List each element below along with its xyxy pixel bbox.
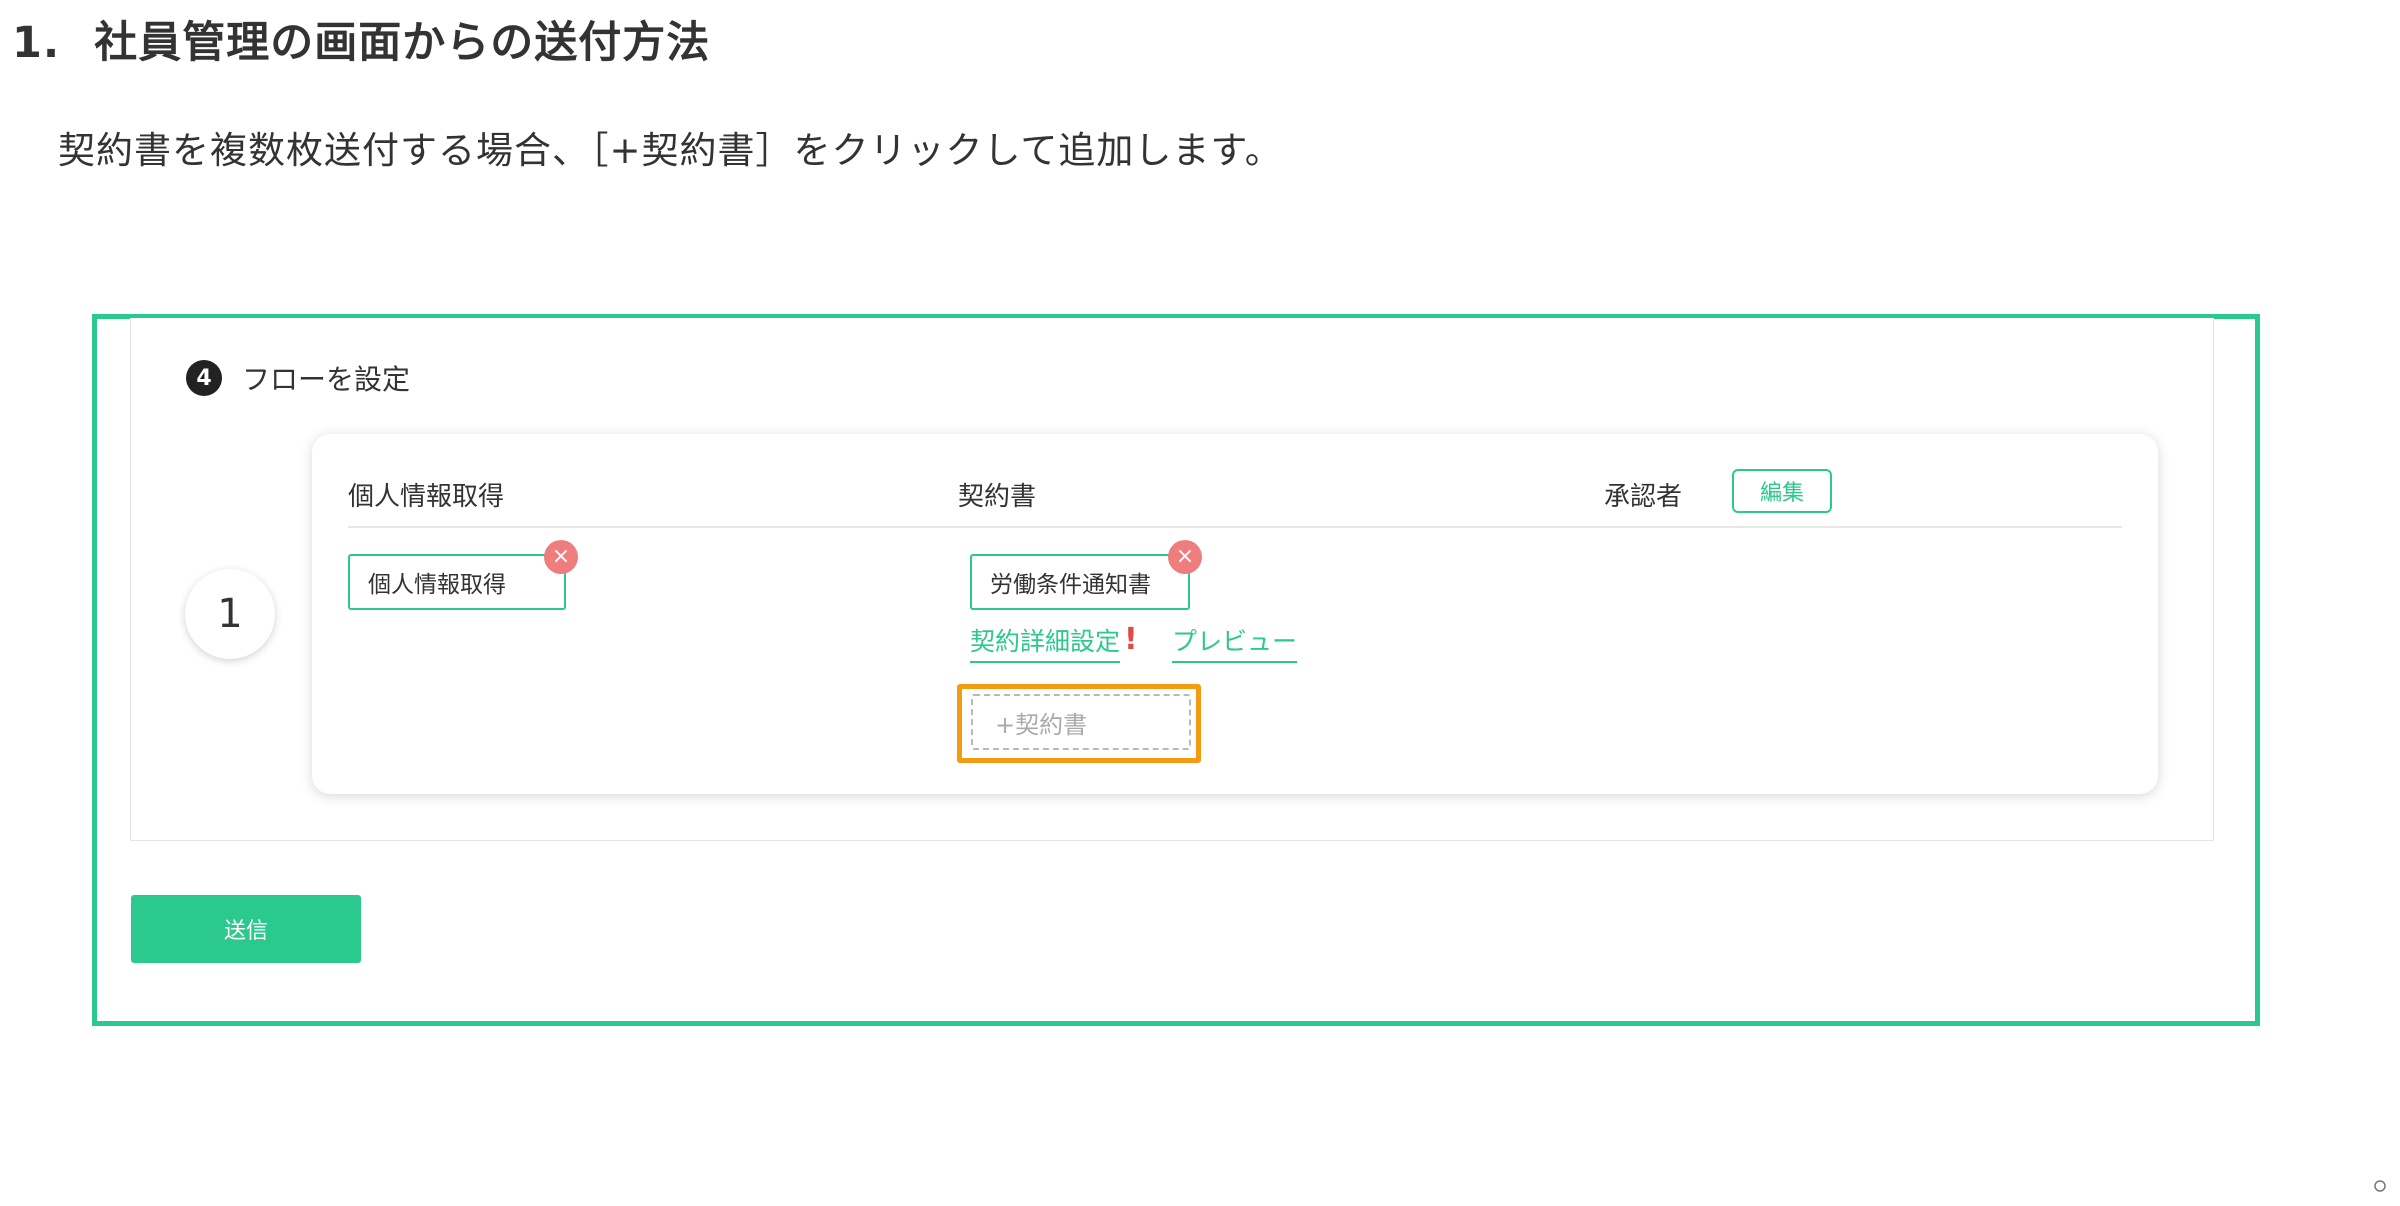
step-label: フローを設定 [242, 363, 411, 396]
circle-icon [2372, 1178, 2388, 1194]
flow-order-number: 1 [185, 569, 275, 659]
flow-card-header: 個人情報取得 契約書 承認者 編集 [348, 434, 2122, 528]
flow-card: 個人情報取得 契約書 承認者 編集 個人情報取得 × 労働条件通知書 × 契約詳… [312, 434, 2158, 794]
remove-contract-icon[interactable]: × [1168, 540, 1202, 574]
flow-step-header: 4 フローを設定 [186, 358, 410, 398]
contract-chip-label: 労働条件通知書 [990, 572, 1151, 598]
edit-approver-button[interactable]: 編集 [1732, 469, 1832, 513]
column-title-contract: 契約書 [958, 482, 1037, 512]
add-contract-button[interactable]: +契約書 [971, 694, 1191, 750]
heading-number: 1. [12, 18, 61, 68]
intro-text: 契約書を複数枚送付する場合、［+契約書］をクリックして追加します。 [58, 129, 1283, 172]
contract-detail-settings-link[interactable]: 契約詳細設定 [970, 622, 1121, 663]
contract-chip[interactable]: 労働条件通知書 [970, 554, 1190, 610]
remove-personal-info-icon[interactable]: × [544, 540, 578, 574]
column-title-approver: 承認者 [1604, 482, 1683, 512]
warning-icon: ! [1124, 622, 1138, 657]
page-heading: 1. 社員管理の画面からの送付方法 [12, 8, 710, 70]
personal-info-chip-label: 個人情報取得 [368, 572, 506, 598]
personal-info-chip[interactable]: 個人情報取得 [348, 554, 566, 610]
heading-title: 社員管理の画面からの送付方法 [94, 18, 711, 68]
send-button[interactable]: 送信 [131, 895, 361, 963]
step-number-badge: 4 [186, 360, 222, 396]
column-title-personal-info: 個人情報取得 [348, 482, 505, 512]
preview-link[interactable]: プレビュー [1172, 622, 1298, 663]
